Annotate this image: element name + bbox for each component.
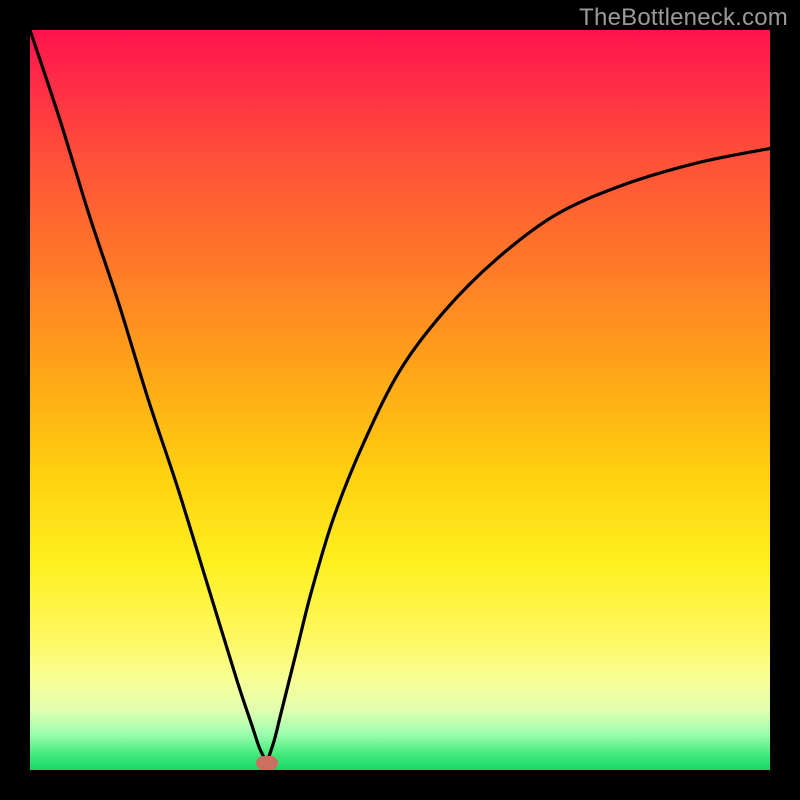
curve-left-branch bbox=[30, 30, 267, 763]
chart-frame: TheBottleneck.com bbox=[0, 0, 800, 800]
minimum-marker bbox=[256, 756, 278, 770]
plot-area bbox=[30, 30, 770, 770]
bottleneck-curve bbox=[30, 30, 770, 770]
curve-right-branch bbox=[267, 148, 770, 762]
watermark-text: TheBottleneck.com bbox=[579, 4, 788, 32]
